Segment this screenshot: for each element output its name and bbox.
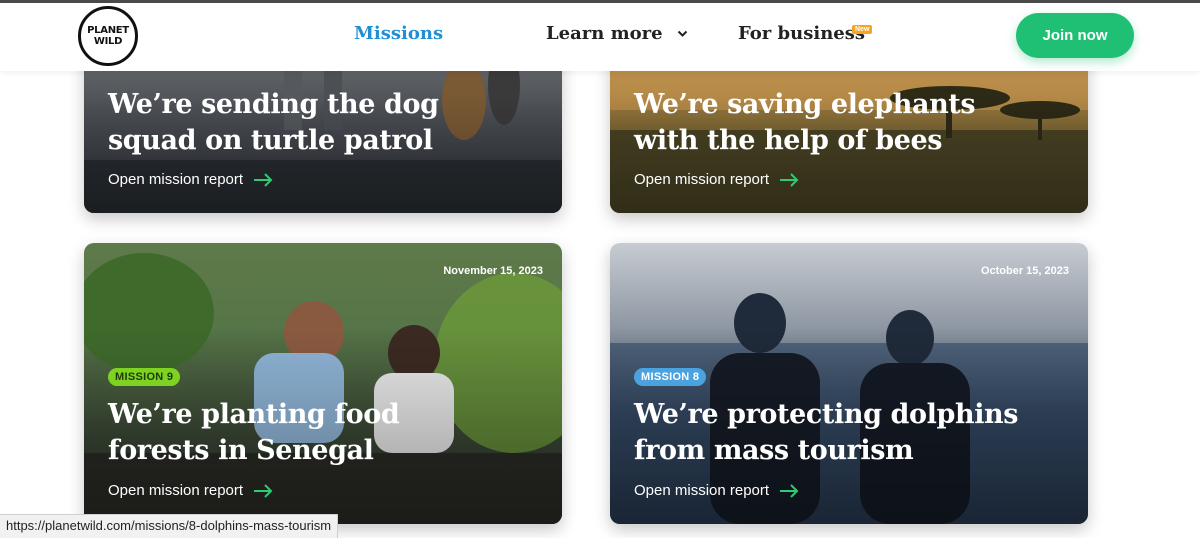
open-mission-report-link[interactable]: Open mission report	[108, 482, 273, 499]
browser-status-url: https://planetwild.com/missions/8-dolphi…	[0, 514, 339, 538]
card-title-line-1: We’re planting food	[108, 399, 400, 430]
report-link-label: Open mission report	[634, 482, 770, 499]
nav-learn-more-label: Learn more	[546, 23, 663, 44]
report-link-label: Open mission report	[108, 482, 244, 499]
card-title-line-2: with the help of bees	[634, 125, 943, 156]
open-mission-report-link[interactable]: Open mission report	[634, 482, 799, 499]
card-title: We’re planting food forests in Senegal	[108, 397, 400, 469]
mission-date: November 15, 2023	[443, 265, 543, 277]
arrow-right-icon	[254, 172, 273, 187]
mission-card-senegal[interactable]: November 15, 2023 MISSION 9 We’re planti…	[84, 243, 562, 524]
card-title: We’re saving elephants with the help of …	[634, 87, 976, 159]
arrow-right-icon	[780, 172, 799, 187]
card-title-line-2: squad on turtle patrol	[108, 125, 433, 156]
nav-learn-more[interactable]: Learn more	[546, 23, 688, 44]
open-mission-report-link[interactable]: Open mission report	[108, 171, 273, 188]
nav-for-business[interactable]: For business	[738, 23, 865, 44]
card-title-line-1: We’re protecting dolphins	[634, 399, 1019, 430]
card-title-line-2: from mass tourism	[634, 435, 914, 466]
mission-number-badge: MISSION 8	[634, 368, 707, 386]
join-now-button[interactable]: Join now	[1016, 13, 1134, 58]
site-header: PLANET WILD Missions Learn more For busi…	[0, 3, 1200, 71]
open-mission-report-link[interactable]: Open mission report	[634, 171, 799, 188]
mission-number-badge: MISSION 9	[108, 368, 181, 386]
nav-missions[interactable]: Missions	[354, 23, 443, 44]
report-link-label: Open mission report	[634, 171, 770, 188]
planet-wild-logo[interactable]: PLANET WILD	[78, 6, 138, 66]
card-title-line-1: We’re sending the dog	[108, 89, 439, 120]
card-title-line-1: We’re saving elephants	[634, 89, 976, 120]
logo-line-2: WILD	[93, 35, 123, 47]
arrow-right-icon	[780, 483, 799, 498]
chevron-down-icon	[677, 30, 688, 37]
mission-card-dolphins[interactable]: October 15, 2023 MISSION 8 We’re protect…	[610, 243, 1088, 524]
card-title-line-2: forests in Senegal	[108, 435, 374, 466]
card-title: We’re sending the dog squad on turtle pa…	[108, 87, 439, 159]
browser-top-border	[0, 0, 1200, 3]
arrow-right-icon	[254, 483, 273, 498]
report-link-label: Open mission report	[108, 171, 244, 188]
card-title: We’re protecting dolphins from mass tour…	[634, 397, 1018, 469]
new-badge: New	[852, 25, 873, 34]
mission-date: October 15, 2023	[980, 265, 1069, 277]
logo-line-1: PLANET	[87, 24, 129, 36]
